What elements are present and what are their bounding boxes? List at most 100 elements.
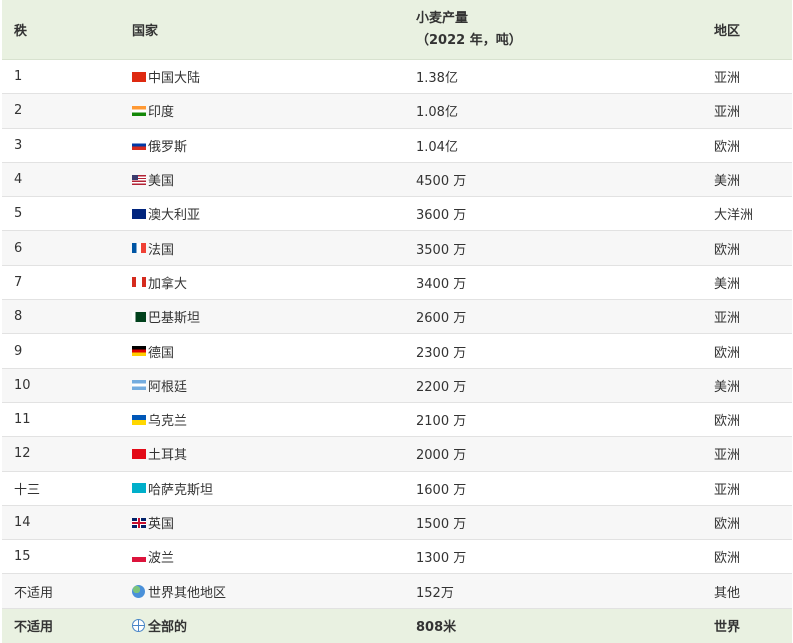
country-name: 加拿大 xyxy=(148,276,188,292)
production-cell: 2000 万 xyxy=(416,448,467,464)
country-name: 哈萨克斯坦 xyxy=(148,482,214,498)
country-name: 阿根廷 xyxy=(148,379,188,395)
country-name: 英国 xyxy=(148,517,175,532)
rank-cell: 14 xyxy=(14,515,31,530)
region-cell: 亚洲 xyxy=(714,71,741,87)
country-cell: 波兰 xyxy=(122,547,404,566)
region-cell: 欧洲 xyxy=(714,345,741,361)
production-cell: 3600 万 xyxy=(416,208,467,224)
canada-flag-icon xyxy=(132,277,146,288)
table-row: 十三 哈萨克斯坦 1600 万 亚洲 xyxy=(2,472,792,506)
table-row: 7 加拿大 3400 万 美洲 xyxy=(2,266,792,301)
rank-cell: 9 xyxy=(14,343,23,359)
table-row: 12 土耳其 2000 万 亚洲 xyxy=(2,437,792,472)
region-cell: 美洲 xyxy=(714,276,741,292)
region-cell: 欧洲 xyxy=(714,242,741,258)
ukraine-flag-icon xyxy=(132,414,146,425)
argentina-flag-icon xyxy=(132,380,146,391)
rank-cell: 11 xyxy=(14,412,31,428)
country-cell: 加拿大 xyxy=(122,273,404,292)
country-name: 乌克兰 xyxy=(148,414,188,430)
globe-icon xyxy=(132,584,145,598)
rank-cell: 10 xyxy=(14,377,31,393)
table-footer: 不适用 全部的 808米 世界 xyxy=(2,608,792,643)
region-cell: 亚洲 xyxy=(714,311,741,327)
header-production-line2: （2022 年，吨） xyxy=(416,32,522,48)
world-grid-icon xyxy=(132,619,145,633)
table-row: 11 乌克兰 2100 万 欧洲 xyxy=(2,403,792,438)
header-production: 小麦产量 （2022 年，吨） xyxy=(404,8,702,52)
rank-cell: 4 xyxy=(14,172,23,188)
china-flag-icon xyxy=(132,71,146,82)
country-name: 巴基斯坦 xyxy=(148,311,201,327)
germany-flag-icon xyxy=(132,346,146,357)
rank-cell: 2 xyxy=(14,103,23,119)
uk-flag-icon xyxy=(132,517,146,528)
table-row: 1 中国大陆 1.38亿 亚洲 xyxy=(2,60,792,95)
country-cell: 印度 xyxy=(122,101,404,120)
rank-cell: 7 xyxy=(14,274,23,290)
poland-flag-icon xyxy=(132,551,146,562)
header-country: 国家 xyxy=(132,24,159,39)
rank-cell: 不适用 xyxy=(14,585,54,601)
region-cell: 其他 xyxy=(714,585,741,601)
country-cell: 英国 xyxy=(122,513,404,532)
india-flag-icon xyxy=(132,105,146,116)
region-cell: 亚洲 xyxy=(714,105,741,121)
region-cell: 欧洲 xyxy=(714,414,741,430)
production-cell: 4500 万 xyxy=(416,174,467,190)
production-cell: 3400 万 xyxy=(416,276,467,292)
region-cell: 亚洲 xyxy=(714,448,741,464)
country-cell: 阿根廷 xyxy=(122,376,404,395)
header-production-line1: 小麦产量 xyxy=(416,10,469,26)
country-name: 德国 xyxy=(148,345,175,361)
country-name: 波兰 xyxy=(148,551,175,567)
country-cell: 德国 xyxy=(122,342,404,361)
table-row: 15 波兰 1300 万 欧洲 xyxy=(2,540,792,575)
country-name: 印度 xyxy=(148,105,175,121)
production-cell: 2200 万 xyxy=(416,379,467,395)
table-row: 5 澳大利亚 3600 万 大洋洲 xyxy=(2,197,792,232)
production-cell: 2100 万 xyxy=(416,414,467,430)
production-cell: 1.08亿 xyxy=(416,105,458,121)
rank-cell: 12 xyxy=(14,446,31,462)
table-row: 不适用 世界其他地区 152万 其他 xyxy=(2,574,792,609)
turkey-flag-icon xyxy=(132,448,146,459)
region-cell: 亚洲 xyxy=(714,482,741,498)
country-cell: 土耳其 xyxy=(122,444,404,463)
table-row: 4 美国 4500 万 美洲 xyxy=(2,162,792,198)
country-cell: 俄罗斯 xyxy=(122,136,404,155)
wheat-production-table: 秩 国家 小麦产量 （2022 年，吨） 地区 1 中国大陆 1.38亿 亚洲 2 印度 1… xyxy=(2,0,792,643)
region-cell: 美洲 xyxy=(714,379,741,395)
region-cell: 美洲 xyxy=(714,174,741,190)
country-cell: 澳大利亚 xyxy=(122,204,404,223)
france-flag-icon xyxy=(132,243,146,254)
production-cell: 2300 万 xyxy=(416,345,467,361)
country-name: 世界其他地区 xyxy=(148,585,227,601)
country-cell: 美国 xyxy=(122,170,404,189)
country-name: 美国 xyxy=(148,174,175,190)
footer-region: 世界 xyxy=(714,620,741,636)
russia-flag-icon xyxy=(132,140,146,151)
region-cell: 欧洲 xyxy=(714,517,741,532)
region-cell: 欧洲 xyxy=(714,551,741,567)
table-body: 1 中国大陆 1.38亿 亚洲 2 印度 1.08亿 亚洲 3 俄罗斯 1.04亿 欧洲 4 美国 4500… xyxy=(2,60,792,609)
production-cell: 1.04亿 xyxy=(416,139,458,155)
production-cell: 3500 万 xyxy=(416,242,467,258)
rank-cell: 1 xyxy=(14,69,23,85)
region-cell: 欧洲 xyxy=(714,139,741,155)
production-cell: 1.38亿 xyxy=(416,71,458,87)
table-header: 秩 国家 小麦产量 （2022 年，吨） 地区 xyxy=(2,0,792,60)
table-row: 2 印度 1.08亿 亚洲 xyxy=(2,94,792,129)
country-name: 澳大利亚 xyxy=(148,208,201,224)
country-cell: 中国大陆 xyxy=(122,67,404,86)
production-cell: 1300 万 xyxy=(416,551,467,567)
country-name: 土耳其 xyxy=(148,448,188,464)
rank-cell: 15 xyxy=(14,549,31,565)
production-cell: 2600 万 xyxy=(416,311,467,327)
rank-cell: 十三 xyxy=(14,482,41,498)
footer-production: 808米 xyxy=(416,620,457,636)
australia-flag-icon xyxy=(132,208,146,219)
footer-rank: 不适用 xyxy=(14,620,54,636)
table-row: 3 俄罗斯 1.04亿 欧洲 xyxy=(2,129,792,163)
